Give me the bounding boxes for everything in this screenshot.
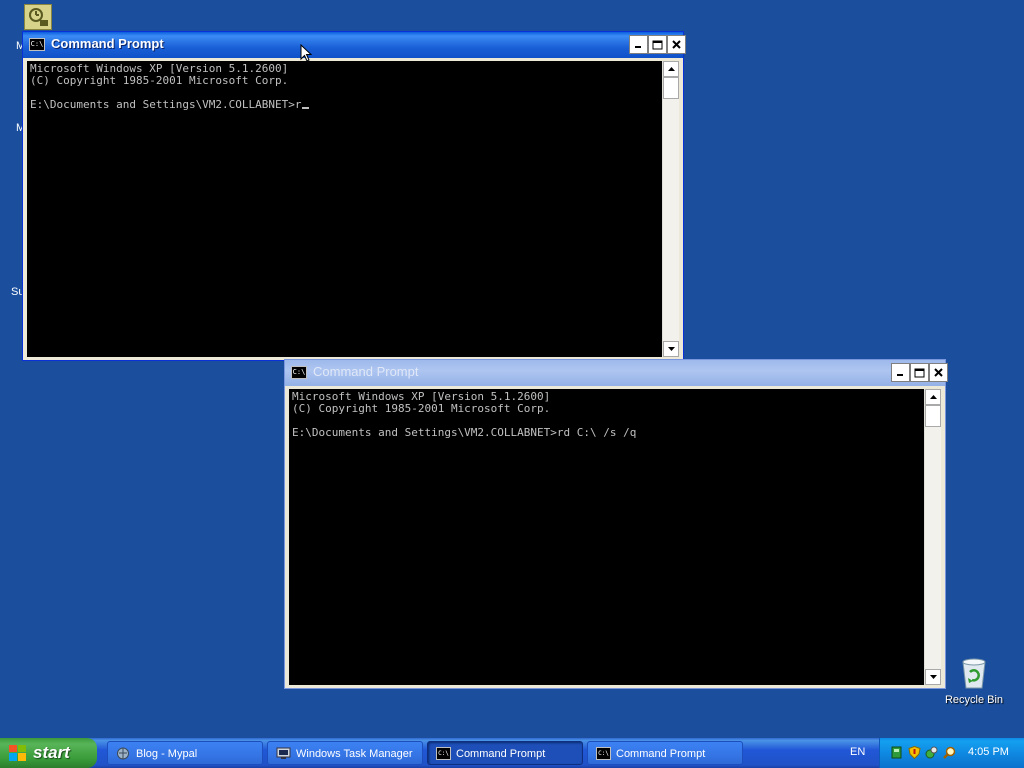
scroll-up-button[interactable]: [663, 61, 679, 77]
close-icon: [934, 368, 943, 377]
recycle-bin-icon: [962, 658, 986, 689]
taskbar-button-task-manager[interactable]: Windows Task Manager: [267, 741, 423, 765]
system-tray: 4:05 PM: [879, 738, 1024, 768]
scroll-down-button[interactable]: [663, 341, 679, 357]
console-prompt-line: E:\Documents and Settings\VM2.COLLABNET>…: [30, 98, 302, 111]
command-prompt-window-bottom[interactable]: C:\ Command Prompt Microsoft Windows XP …: [284, 359, 948, 689]
maximize-button[interactable]: [648, 35, 667, 54]
close-button[interactable]: [929, 363, 948, 382]
taskbar-button-label: Command Prompt: [616, 748, 706, 760]
vertical-scrollbar[interactable]: [924, 389, 941, 685]
minimize-icon: [635, 46, 641, 48]
start-button[interactable]: start: [0, 738, 97, 768]
recycle-bin-label: Recycle Bin: [944, 694, 1004, 706]
scroll-thumb[interactable]: [663, 77, 679, 99]
title-bar[interactable]: C:\ Command Prompt: [285, 360, 948, 386]
window-title: Command Prompt: [51, 36, 164, 51]
text-cursor: [301, 107, 309, 109]
arrow-down-icon: [667, 347, 675, 351]
desktop-shortcut-icon[interactable]: [24, 4, 52, 30]
search-icon[interactable]: [943, 746, 956, 759]
language-indicator[interactable]: EN: [850, 746, 865, 758]
network-icon[interactable]: [890, 746, 903, 759]
browser-icon: [117, 747, 129, 760]
task-manager-icon: [276, 747, 291, 759]
minimize-icon: [897, 374, 903, 376]
maximize-icon: [914, 368, 925, 377]
minimize-button[interactable]: [891, 363, 910, 382]
scroll-up-button[interactable]: [925, 389, 941, 405]
taskbar-button-blog[interactable]: Blog - Mypal: [107, 741, 263, 765]
minimize-button[interactable]: [629, 35, 648, 54]
maximize-icon: [652, 40, 663, 49]
taskbar-button-command-prompt[interactable]: C:\ Command Prompt: [587, 741, 743, 765]
console-output[interactable]: Microsoft Windows XP [Version 5.1.2600] …: [289, 389, 924, 685]
cmd-icon[interactable]: C:\: [291, 366, 307, 379]
console-prompt-line: E:\Documents and Settings\VM2.COLLABNET>…: [292, 426, 637, 439]
windows-logo-icon: [9, 745, 26, 761]
console-line: (C) Copyright 1985-2001 Microsoft Corp.: [30, 74, 289, 87]
taskbar-button-label: Blog - Mypal: [136, 748, 198, 760]
mouse-pointer-icon: [300, 44, 312, 62]
taskbar: start Blog - Mypal Windows Task Manager …: [0, 738, 1024, 768]
taskbar-button-label: Windows Task Manager: [296, 748, 413, 760]
cmd-icon[interactable]: C:\: [29, 38, 45, 51]
close-icon: [672, 40, 681, 49]
start-label: start: [33, 743, 70, 762]
vertical-scrollbar[interactable]: [662, 61, 679, 357]
arrow-up-icon: [929, 395, 937, 399]
close-button[interactable]: [667, 35, 686, 54]
scroll-thumb[interactable]: [925, 405, 941, 427]
recycle-bin-shortcut[interactable]: Recycle Bin: [940, 656, 1008, 706]
updates-icon[interactable]: [925, 746, 938, 759]
security-shield-icon[interactable]: [908, 746, 921, 759]
console-output[interactable]: Microsoft Windows XP [Version 5.1.2600] …: [27, 61, 662, 357]
console-line: (C) Copyright 1985-2001 Microsoft Corp.: [292, 402, 551, 415]
taskbar-button-label: Command Prompt: [456, 748, 546, 760]
title-bar[interactable]: C:\ Command Prompt: [23, 32, 686, 58]
clock[interactable]: 4:05 PM: [968, 746, 1009, 758]
arrow-up-icon: [667, 67, 675, 71]
scroll-down-button[interactable]: [925, 669, 941, 685]
maximize-button[interactable]: [910, 363, 929, 382]
taskbar-button-command-prompt-active[interactable]: C:\ Command Prompt: [427, 741, 583, 765]
command-prompt-window-top[interactable]: C:\ Command Prompt Microsoft Windows XP …: [22, 31, 686, 361]
window-title: Command Prompt: [313, 364, 419, 379]
cmd-icon: C:\: [436, 747, 451, 760]
arrow-down-icon: [929, 675, 937, 679]
cmd-icon: C:\: [596, 747, 611, 760]
